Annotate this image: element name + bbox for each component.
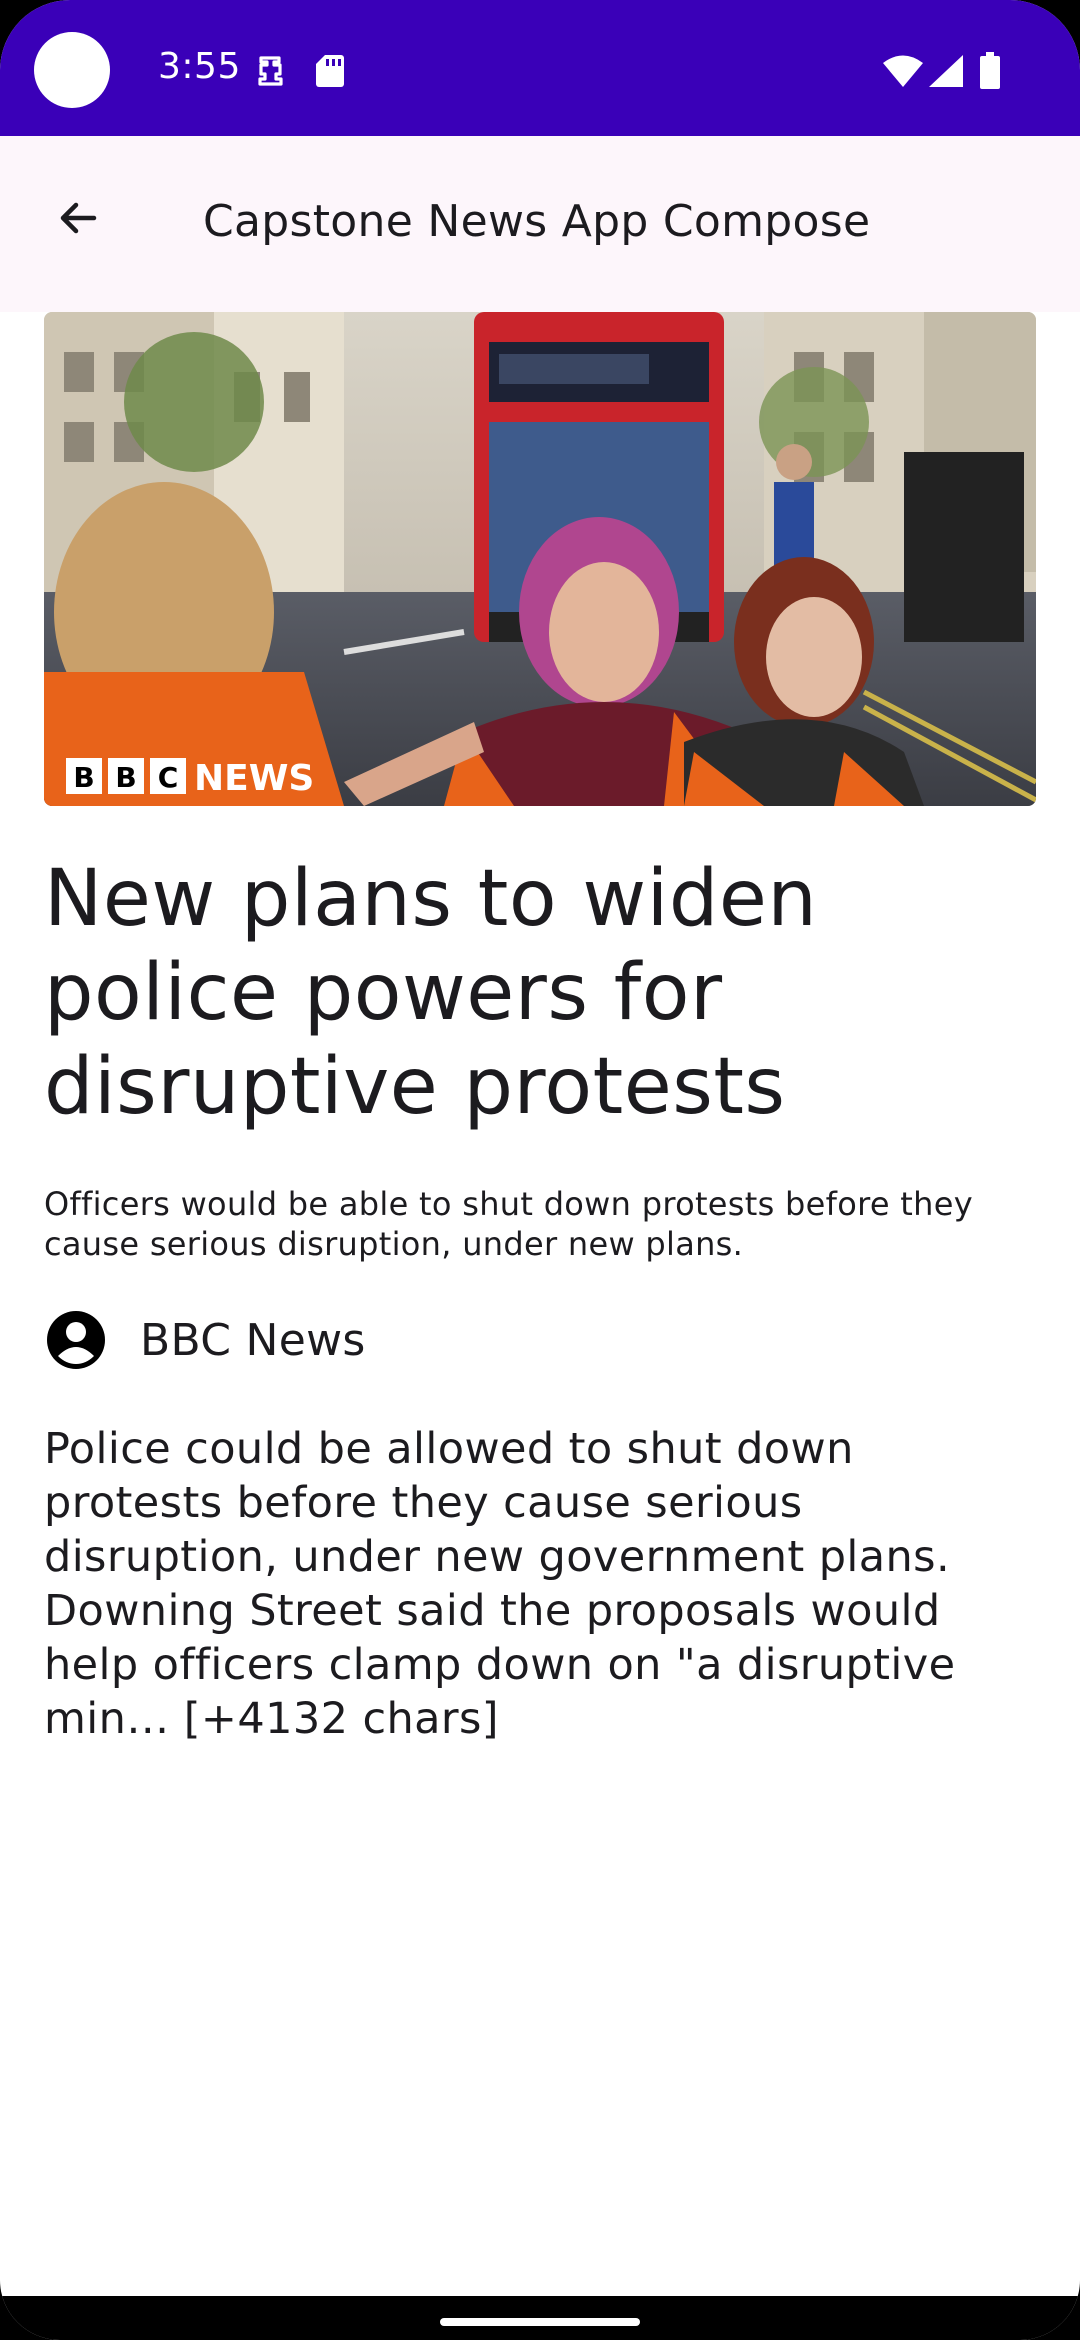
article-headline: New plans to widen police powers for dis… — [44, 854, 818, 1132]
cell-signal-icon — [929, 55, 963, 87]
source-name: BBC News — [140, 1314, 366, 1366]
assistant-notification-icon — [258, 56, 283, 86]
gesture-handle[interactable] — [440, 2318, 640, 2326]
camera-cutout — [34, 32, 110, 108]
account-circle-icon — [47, 1311, 105, 1369]
app-title: Capstone News App Compose — [203, 196, 871, 247]
article-source: BBC News — [44, 1300, 366, 1380]
article-description: Officers would be able to shut down prot… — [44, 1185, 973, 1263]
svg-text:B: B — [73, 761, 94, 794]
status-clock: 3:55 — [158, 46, 241, 87]
bbc-news-logo-graphic: B B C NEWS — [66, 758, 314, 796]
battery-icon — [980, 52, 1000, 89]
arrow-back-icon — [60, 202, 97, 234]
back-button[interactable] — [38, 178, 118, 258]
status-bar: 3:55 — [0, 0, 1080, 136]
article-detail-screen: 3:55 Capstone News App Compose B B C NEW… — [0, 0, 1080, 2340]
svg-text:C: C — [158, 761, 179, 794]
bbc-news-logo: B B C NEWS — [66, 756, 336, 796]
article-content: Police could be allowed to shut down pro… — [44, 1424, 956, 1744]
svg-text:B: B — [115, 761, 136, 794]
svg-text:NEWS: NEWS — [194, 758, 314, 796]
sd-card-icon — [316, 55, 344, 87]
wifi-icon — [883, 55, 923, 87]
article-image: B B C NEWS — [44, 312, 1036, 806]
